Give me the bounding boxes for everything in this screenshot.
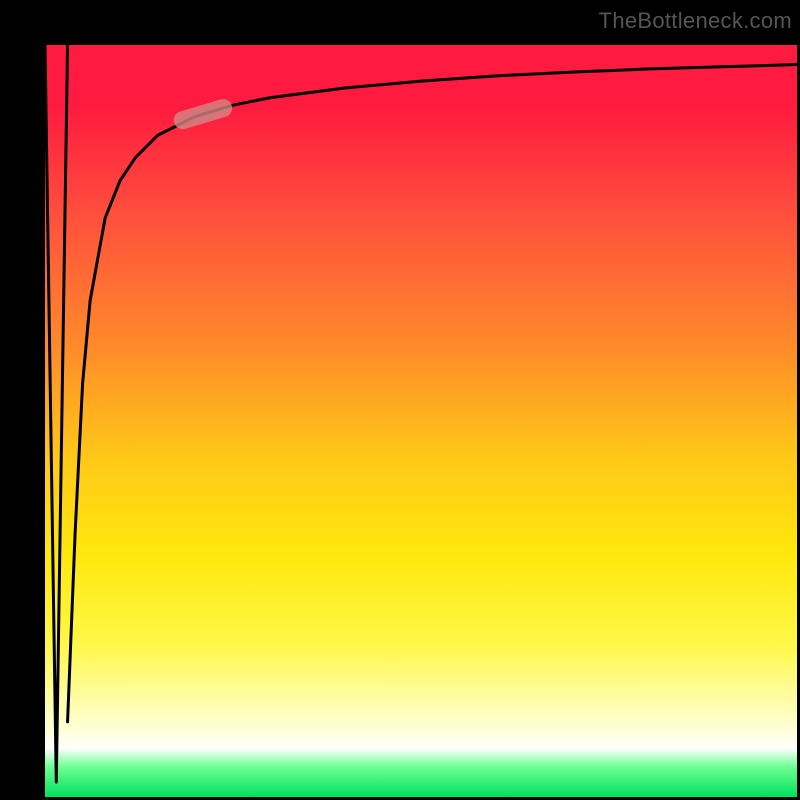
chart-svg	[45, 45, 797, 797]
highlight-pill-marker	[172, 97, 235, 132]
attribution-text: TheBottleneck.com	[599, 8, 792, 34]
curve-spike-down	[45, 45, 68, 782]
chart-frame: TheBottleneck.com	[0, 0, 800, 800]
curve-log-rise	[68, 65, 797, 722]
